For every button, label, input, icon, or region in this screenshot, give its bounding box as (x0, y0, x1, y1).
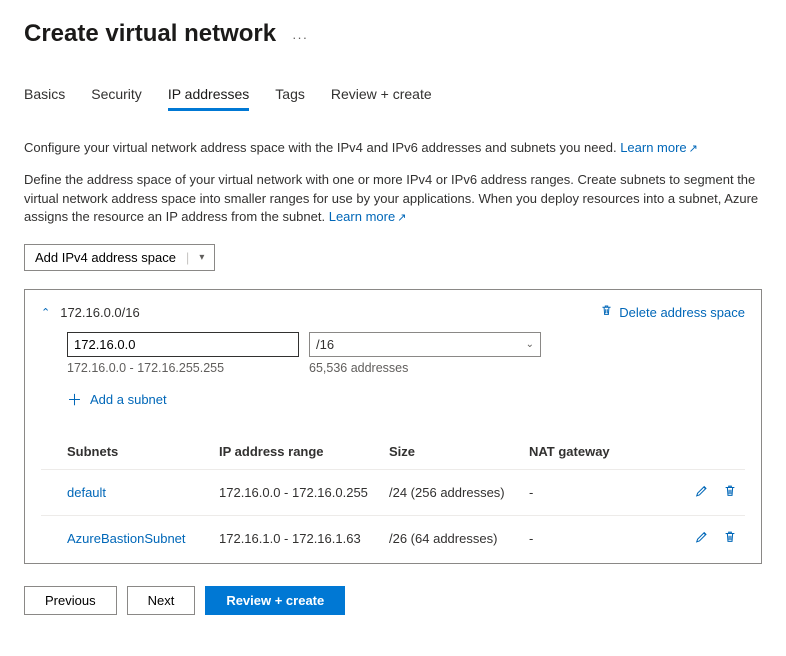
intro-text-2: Define the address space of your virtual… (24, 171, 762, 226)
tab-review-create[interactable]: Review + create (331, 86, 432, 111)
cell-size: /24 (256 addresses) (381, 470, 521, 516)
table-row: default 172.16.0.0 - 172.16.0.255 /24 (2… (41, 470, 745, 516)
tab-security[interactable]: Security (91, 86, 142, 111)
review-create-button[interactable]: Review + create (205, 586, 345, 615)
intro-text-1: Configure your virtual network address s… (24, 139, 762, 157)
table-row: AzureBastionSubnet 172.16.1.0 - 172.16.1… (41, 516, 745, 562)
divider: | (186, 250, 189, 265)
col-subnets: Subnets (41, 434, 211, 470)
add-subnet-button[interactable]: ＋ Add a subnet (67, 389, 745, 410)
edit-subnet-button[interactable] (695, 484, 709, 501)
chevron-down-icon: ⌄ (526, 339, 534, 350)
next-button[interactable]: Next (127, 586, 196, 615)
col-nat-gateway: NAT gateway (521, 434, 631, 470)
cell-nat: - (521, 516, 631, 562)
delete-subnet-button[interactable] (723, 530, 737, 547)
tab-tags[interactable]: Tags (275, 86, 305, 111)
col-size: Size (381, 434, 521, 470)
page-title: Create virtual network (24, 20, 276, 48)
ip-range-text: 172.16.0.0 - 172.16.255.255 (67, 361, 299, 375)
tab-basics[interactable]: Basics (24, 86, 65, 111)
collapse-toggle[interactable]: ⌃ (41, 306, 50, 319)
external-link-icon: ↗ (397, 211, 406, 226)
address-space-label: 172.16.0.0/16 (60, 305, 140, 320)
cell-size: /26 (64 addresses) (381, 516, 521, 562)
learn-more-link-1[interactable]: Learn more↗ (620, 140, 698, 155)
tab-bar: Basics Security IP addresses Tags Review… (24, 86, 762, 111)
subnet-link[interactable]: default (67, 485, 106, 500)
cell-range: 172.16.0.0 - 172.16.0.255 (211, 470, 381, 516)
external-link-icon: ↗ (689, 142, 698, 157)
col-ip-range: IP address range (211, 434, 381, 470)
add-ipv4-space-button[interactable]: Add IPv4 address space | ▾ (24, 244, 215, 271)
more-actions-button[interactable]: ··· (292, 24, 308, 45)
plus-icon: ＋ (67, 389, 82, 410)
cidr-select[interactable]: /16 ⌄ (309, 332, 541, 357)
cell-nat: - (521, 470, 631, 516)
address-space-panel: ⌃ 172.16.0.0/16 Delete address space /16… (24, 289, 762, 564)
previous-button[interactable]: Previous (24, 586, 117, 615)
tab-ip-addresses[interactable]: IP addresses (168, 86, 249, 111)
address-count-text: 65,536 addresses (309, 361, 408, 375)
delete-subnet-button[interactable] (723, 484, 737, 501)
subnet-link[interactable]: AzureBastionSubnet (67, 531, 186, 546)
learn-more-link-2[interactable]: Learn more↗ (329, 209, 407, 224)
subnets-table: Subnets IP address range Size NAT gatewa… (41, 434, 745, 561)
edit-subnet-button[interactable] (695, 530, 709, 547)
ip-address-input[interactable] (67, 332, 299, 357)
cell-range: 172.16.1.0 - 172.16.1.63 (211, 516, 381, 562)
chevron-down-icon: ▾ (199, 252, 204, 263)
trash-icon (600, 304, 613, 320)
delete-address-space-button[interactable]: Delete address space (600, 304, 745, 320)
